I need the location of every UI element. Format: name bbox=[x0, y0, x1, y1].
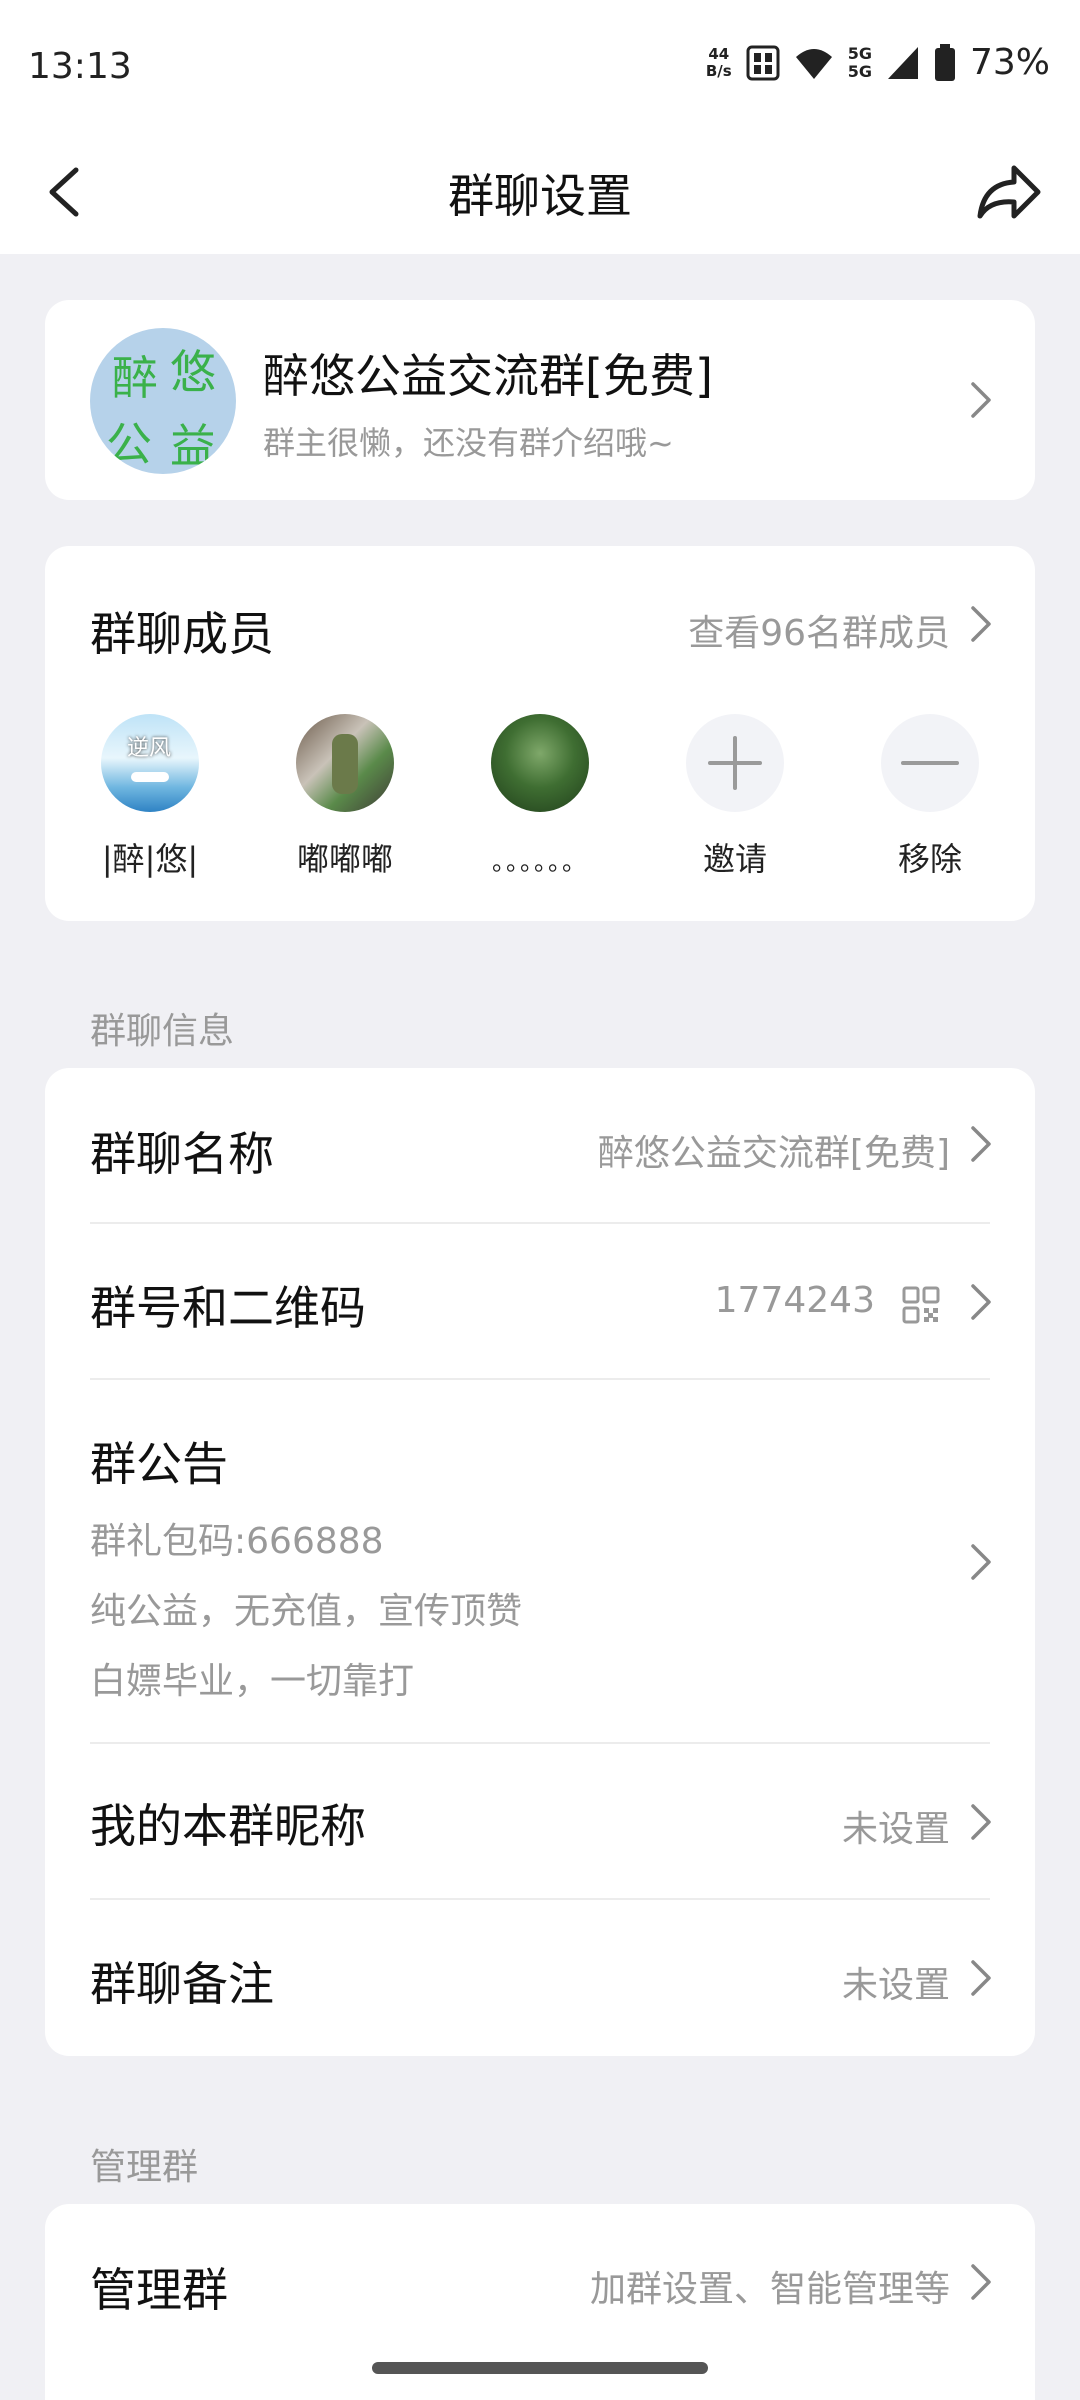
invite-label: 邀请 bbox=[702, 840, 767, 878]
chevron-right-icon bbox=[969, 1282, 993, 1322]
remove-member-button[interactable]: 移除 bbox=[825, 714, 1035, 880]
group-avatar: 醉 悠 公 益 bbox=[90, 328, 236, 474]
chevron-right-icon bbox=[969, 604, 993, 644]
member-name: 。。。。。。 bbox=[492, 848, 588, 876]
notice-line: 纯公益，无充值，宣传顶赞 bbox=[90, 1591, 523, 1632]
group-members-card: 群聊成员 查看96名群成员 逆风 |醉|悠| 嘟嘟嘟 。。。。。。 邀请 移除 bbox=[45, 546, 1035, 921]
my-nickname-value: 未设置 bbox=[841, 1809, 950, 1850]
group-remark-row[interactable]: 群聊备注 未设置 bbox=[45, 1900, 1035, 2056]
page-title: 群聊设置 bbox=[448, 169, 632, 223]
manage-group-row[interactable]: 管理群 加群设置、智能管理等 bbox=[45, 2204, 1035, 2358]
chevron-right-icon bbox=[969, 1542, 993, 1582]
group-id-qr-row[interactable]: 群号和二维码 1774243 bbox=[45, 1224, 1035, 1376]
member-avatar: 逆风 bbox=[101, 714, 199, 812]
signal-5g-label: 5G 5G bbox=[847, 43, 872, 81]
group-name-value: 醉悠公益交流群[免费] bbox=[597, 1133, 950, 1174]
qr-code-icon bbox=[902, 1286, 940, 1324]
my-nickname-label: 我的本群昵称 bbox=[90, 1799, 366, 1853]
group-notice-label: 群公告 bbox=[90, 1437, 228, 1491]
member-item[interactable]: 。。。。。。 bbox=[435, 714, 645, 877]
group-notice-row[interactable]: 群公告 群礼包码:666888 纯公益，无充值，宣传顶赞 白嫖毕业，一切靠打 bbox=[45, 1380, 1035, 1740]
battery-percentage: 73% bbox=[969, 42, 1050, 83]
status-icons: 44 B/s 5G 5G 73% bbox=[706, 42, 1050, 83]
top-nav-bar: 群聊设置 bbox=[0, 132, 1080, 254]
manage-group-value: 加群设置、智能管理等 bbox=[589, 2269, 950, 2310]
manage-group-label: 管理群 bbox=[90, 2263, 228, 2317]
group-profile-card[interactable]: 醉 悠 公 益 醉悠公益交流群[免费] 群主很懒，还没有群介绍哦~ bbox=[45, 300, 1035, 500]
cellular-signal-icon bbox=[887, 46, 918, 79]
chevron-right-icon bbox=[969, 380, 993, 420]
remove-label: 移除 bbox=[897, 840, 962, 878]
member-avatar bbox=[491, 714, 589, 812]
member-name: 嘟嘟嘟 bbox=[296, 840, 393, 878]
share-button[interactable] bbox=[974, 160, 1044, 226]
chevron-right-icon bbox=[969, 1802, 993, 1842]
network-speed: 44 B/s bbox=[705, 44, 732, 80]
minus-icon bbox=[881, 714, 979, 812]
group-id-value: 1774243 bbox=[714, 1280, 875, 1321]
group-remark-value: 未设置 bbox=[841, 1965, 950, 2006]
group-name: 醉悠公益交流群[免费] bbox=[263, 349, 713, 403]
share-icon bbox=[977, 165, 1041, 219]
notice-line: 群礼包码:666888 bbox=[90, 1521, 384, 1562]
battery-icon bbox=[934, 43, 955, 81]
group-name-label: 群聊名称 bbox=[90, 1127, 274, 1181]
member-name: |醉|悠| bbox=[101, 840, 199, 878]
group-id-label: 群号和二维码 bbox=[90, 1281, 366, 1335]
chevron-right-icon bbox=[969, 1958, 993, 1998]
nfc-icon bbox=[746, 45, 780, 80]
plus-icon bbox=[686, 714, 784, 812]
group-info-card: 群聊名称 醉悠公益交流群[免费] 群号和二维码 1774243 群公告 群礼包码… bbox=[45, 1068, 1035, 2056]
member-item[interactable]: 嘟嘟嘟 bbox=[240, 714, 450, 880]
section-label-group-info: 群聊信息 bbox=[90, 1011, 235, 1052]
member-item[interactable]: 逆风 |醉|悠| bbox=[45, 714, 255, 880]
chevron-right-icon bbox=[969, 2262, 993, 2302]
group-name-row[interactable]: 群聊名称 醉悠公益交流群[免费] bbox=[45, 1068, 1035, 1222]
home-indicator[interactable] bbox=[372, 2362, 708, 2374]
group-remark-label: 群聊备注 bbox=[90, 1957, 274, 2011]
member-avatar bbox=[296, 714, 394, 812]
view-all-members-link[interactable]: 查看96名群成员 bbox=[688, 604, 950, 656]
section-label-manage: 管理群 bbox=[90, 2147, 199, 2188]
invite-member-button[interactable]: 邀请 bbox=[630, 714, 840, 880]
status-time: 13:13 bbox=[28, 46, 132, 87]
wifi-icon bbox=[795, 48, 832, 79]
chevron-right-icon bbox=[969, 1124, 993, 1164]
group-description: 群主很懒，还没有群介绍哦~ bbox=[263, 424, 674, 462]
members-title: 群聊成员 bbox=[90, 607, 274, 661]
notice-line: 白嫖毕业，一切靠打 bbox=[90, 1661, 415, 1702]
status-bar: 13:13 44 B/s 5G 5G 73% bbox=[0, 0, 1080, 132]
my-nickname-row[interactable]: 我的本群昵称 未设置 bbox=[45, 1744, 1035, 1898]
